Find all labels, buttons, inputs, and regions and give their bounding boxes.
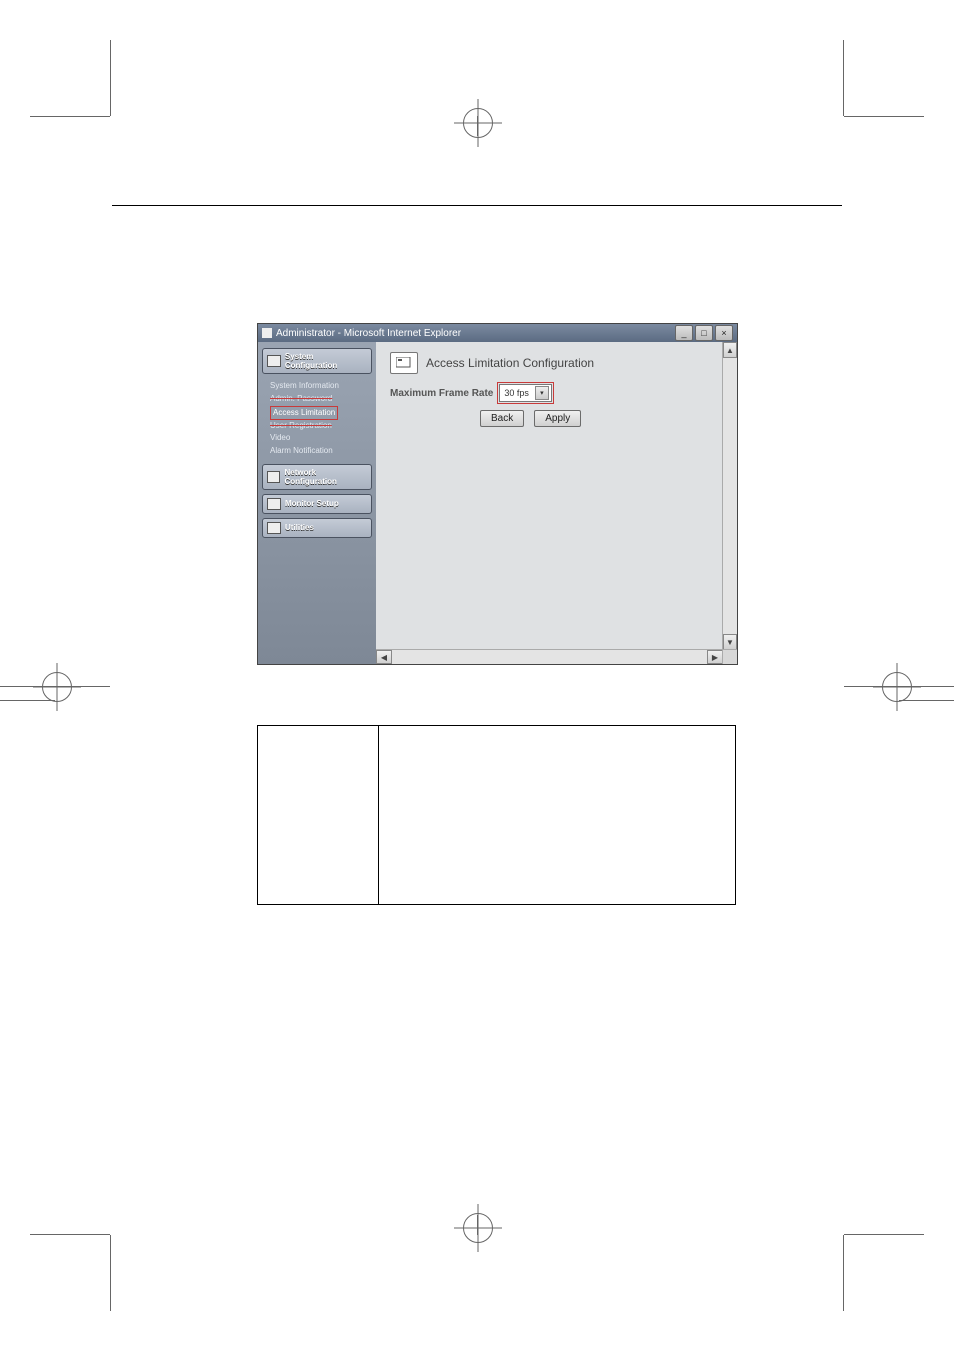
chevron-up-icon: ▲ — [726, 346, 734, 355]
frame-rate-label: Maximum Frame Rate — [390, 388, 493, 399]
crop-mark — [0, 700, 55, 701]
scroll-right-button[interactable]: ▶ — [707, 650, 723, 664]
window-title: Administrator - Microsoft Internet Explo… — [276, 328, 461, 339]
scrollbar-corner — [722, 649, 737, 664]
registration-mark-icon — [463, 1213, 493, 1243]
content-heading: Access Limitation Configuration — [426, 356, 594, 370]
sidebar-section-system-configuration[interactable]: System Configuration — [262, 348, 372, 374]
maximize-button[interactable]: □ — [695, 325, 713, 341]
crop-mark — [30, 1234, 110, 1235]
window-titlebar[interactable]: Administrator - Microsoft Internet Explo… — [258, 324, 737, 342]
content-heading-icon — [390, 352, 418, 374]
sidebar-section-label: Network Configuration — [284, 468, 367, 486]
scroll-left-button[interactable]: ◀ — [376, 650, 392, 664]
administrator-window: Administrator - Microsoft Internet Explo… — [257, 323, 738, 665]
frame-rate-select[interactable]: 30 fps ▾ — [499, 384, 552, 402]
vertical-scrollbar[interactable]: ▲ ▼ — [722, 342, 737, 650]
sidebar-section-label: Monitor Setup — [285, 499, 339, 508]
fold-mark — [477, 116, 478, 136]
back-button[interactable]: Back — [480, 410, 524, 427]
chevron-down-icon: ▾ — [535, 386, 549, 400]
sidebar-item-video[interactable]: Video — [270, 432, 370, 445]
sidebar-item-access-limitation[interactable]: Access Limitation — [270, 406, 370, 420]
chevron-right-icon: ▶ — [712, 653, 718, 662]
sidebar-item-alarm-notification[interactable]: Alarm Notification — [270, 445, 370, 458]
description-table — [257, 725, 736, 905]
sidebar-item-system-information[interactable]: System Information — [270, 380, 370, 393]
chevron-left-icon: ◀ — [381, 653, 387, 662]
sidebar-section-label: Utilities — [285, 523, 314, 532]
crop-mark — [110, 40, 111, 116]
sidebar-submenu: System Information Admin. Password Acces… — [262, 378, 372, 460]
crop-mark — [844, 116, 924, 117]
crop-mark — [110, 1235, 111, 1311]
crop-mark — [899, 700, 954, 701]
crop-mark — [844, 1234, 924, 1235]
sidebar: System Configuration System Information … — [258, 342, 376, 664]
registration-mark-icon — [463, 108, 493, 138]
scroll-down-button[interactable]: ▼ — [723, 634, 737, 650]
sidebar-section-label: System Configuration — [285, 352, 367, 370]
horizontal-scrollbar[interactable]: ◀ ▶ — [376, 649, 723, 664]
content-pane: Access Limitation Configuration Maximum … — [376, 342, 737, 664]
apply-button[interactable]: Apply — [534, 410, 581, 427]
fold-mark — [477, 1215, 478, 1235]
column-separator — [378, 726, 379, 904]
crop-mark — [843, 1235, 844, 1311]
minimize-button[interactable]: _ — [675, 325, 693, 341]
network-config-icon — [267, 471, 280, 483]
frame-rate-value: 30 fps — [504, 388, 529, 398]
sidebar-section-network-configuration[interactable]: Network Configuration — [262, 464, 372, 490]
sidebar-item-user-registration[interactable]: User Registration — [270, 420, 370, 433]
app-icon — [262, 328, 272, 338]
page-divider — [112, 205, 842, 206]
monitor-setup-icon — [267, 498, 281, 510]
close-button[interactable]: × — [715, 325, 733, 341]
utilities-icon — [267, 522, 281, 534]
registration-mark-icon — [882, 672, 912, 702]
sidebar-section-monitor-setup[interactable]: Monitor Setup — [262, 494, 372, 514]
registration-mark-icon — [42, 672, 72, 702]
crop-mark — [843, 40, 844, 116]
chevron-down-icon: ▼ — [726, 638, 734, 647]
sidebar-item-admin-password[interactable]: Admin. Password — [270, 393, 370, 406]
crop-mark — [30, 116, 110, 117]
system-config-icon — [267, 355, 281, 367]
sidebar-section-utilities[interactable]: Utilities — [262, 518, 372, 538]
scroll-up-button[interactable]: ▲ — [723, 342, 737, 358]
